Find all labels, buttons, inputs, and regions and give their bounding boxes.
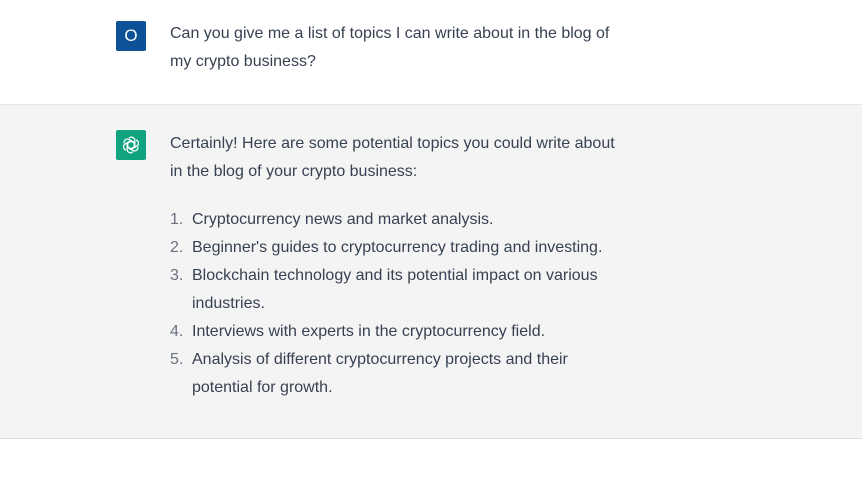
user-message-text: Can you give me a list of topics I can w… [170,20,630,76]
assistant-message-text: Certainly! Here are some potential topic… [170,130,630,402]
list-item-text: Analysis of different cryptocurrency pro… [192,351,568,396]
list-item-text: Interviews with experts in the cryptocur… [192,323,546,340]
assistant-message-row: Certainly! Here are some potential topic… [0,105,862,439]
assistant-intro: Certainly! Here are some potential topic… [170,135,615,180]
list-item: 3. Blockchain technology and its potenti… [170,262,630,318]
list-item-number: 3. [170,267,184,284]
list-item-text: Blockchain technology and its potential … [192,267,598,312]
user-message-row: O Can you give me a list of topics I can… [0,0,862,105]
list-item-number: 2. [170,239,184,256]
list-item: 1. Cryptocurrency news and market analys… [170,206,630,234]
list-item: 5. Analysis of different cryptocurrency … [170,346,630,402]
list-item: 2. Beginner's guides to cryptocurrency t… [170,234,630,262]
chat-thread: O Can you give me a list of topics I can… [0,0,862,480]
assistant-avatar [116,130,146,160]
user-message-body: Can you give me a list of topics I can w… [170,25,610,70]
list-item: 4. Interviews with experts in the crypto… [170,318,630,346]
list-item-number: 1. [170,211,184,228]
list-item-text: Beginner's guides to cryptocurrency trad… [192,239,603,256]
list-item-text: Cryptocurrency news and market analysis. [192,211,494,228]
list-item-number: 5. [170,351,184,368]
list-item-number: 4. [170,323,184,340]
topic-list: 1. Cryptocurrency news and market analys… [170,206,630,402]
openai-logo-icon [122,136,140,154]
user-avatar: O [116,21,146,51]
